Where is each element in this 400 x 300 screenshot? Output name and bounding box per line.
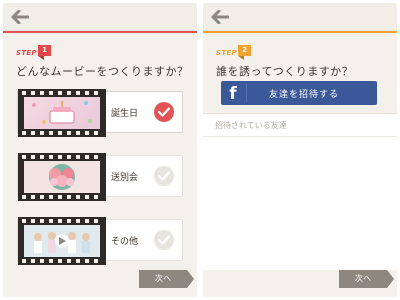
check-icon — [158, 171, 170, 181]
step-number-flag: 2 — [238, 45, 251, 60]
step-number-flag: 1 — [38, 45, 51, 60]
step1-screen: STEP 1 どんなムービーをつくりますか？ 誕生日 送別会 その他 次へ — [3, 3, 197, 297]
birthday-cake-image — [24, 97, 100, 129]
step-divider — [203, 31, 397, 33]
selected-check[interactable] — [154, 102, 174, 122]
step-label: STEP — [16, 49, 37, 57]
check-icon — [158, 107, 170, 117]
group-photo-image — [24, 225, 100, 257]
film-thumbnail — [18, 89, 106, 137]
back-button[interactable] — [207, 6, 233, 28]
invited-friends-list[interactable]: 招待されている友達 — [203, 113, 397, 270]
step-divider — [3, 31, 197, 33]
step-label: STEP — [216, 49, 237, 57]
facebook-icon: f — [229, 84, 237, 104]
step2-screen: STEP 2 誰を誘ってつくりますか？ f 友達を招待する 招待されている友達 … — [203, 3, 397, 297]
check-icon — [158, 235, 170, 245]
option-other[interactable]: その他 — [17, 217, 183, 265]
top-bar — [203, 3, 397, 31]
top-bar — [3, 3, 197, 31]
button-separator — [246, 84, 247, 102]
next-button[interactable]: 次へ — [339, 270, 394, 288]
film-thumbnail — [18, 153, 106, 201]
question-text: どんなムービーをつくりますか？ — [16, 65, 189, 78]
back-arrow-icon — [11, 10, 29, 24]
option-birthday[interactable]: 誕生日 — [17, 89, 183, 137]
list-divider — [203, 136, 397, 137]
question-text: 誰を誘ってつくりますか？ — [216, 65, 354, 78]
unselected-check[interactable] — [154, 166, 174, 186]
next-button[interactable]: 次へ — [139, 270, 194, 288]
back-arrow-icon — [211, 10, 229, 24]
invited-friends-header: 招待されている友達 — [215, 121, 287, 130]
option-farewell[interactable]: 送別会 — [17, 153, 183, 201]
option-label: 誕生日 — [111, 109, 139, 119]
option-label: 送別会 — [111, 173, 139, 183]
facebook-invite-button[interactable]: f 友達を招待する — [221, 81, 377, 105]
back-button[interactable] — [7, 6, 33, 28]
unselected-check[interactable] — [154, 230, 174, 250]
flower-bouquet-image — [24, 161, 100, 193]
option-label: その他 — [111, 237, 139, 247]
facebook-invite-label: 友達を招待する — [269, 90, 340, 100]
film-thumbnail — [18, 217, 106, 265]
